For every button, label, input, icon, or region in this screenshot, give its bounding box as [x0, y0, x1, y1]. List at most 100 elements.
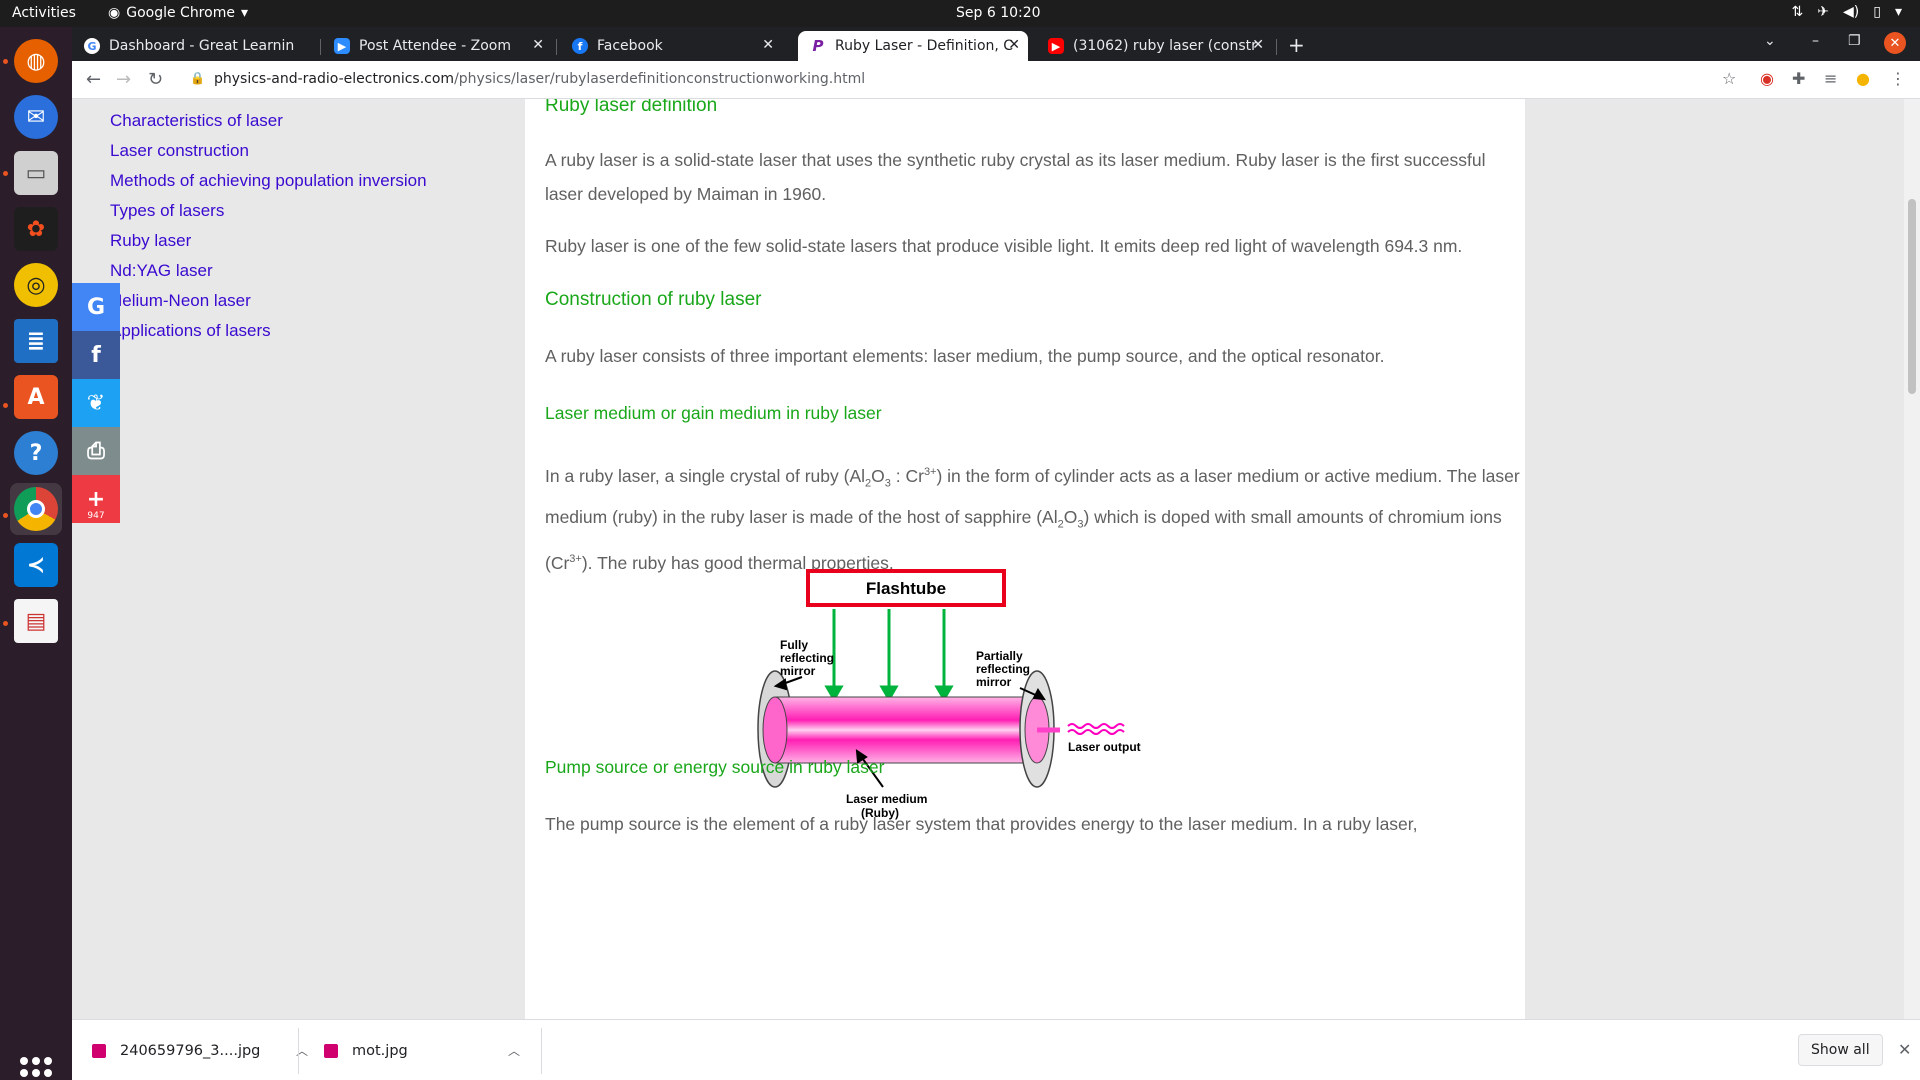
- system-tray[interactable]: ⇅ ✈ ◀) ▯ ▾: [1792, 4, 1902, 20]
- show-applications-icon[interactable]: [20, 1057, 52, 1080]
- profile-avatar[interactable]: ●: [1856, 69, 1870, 88]
- tab-search-icon[interactable]: ⌄: [1764, 33, 1776, 49]
- bookmark-star-icon[interactable]: ☆: [1722, 69, 1736, 88]
- tab-facebook[interactable]: f Facebook ✕: [560, 31, 782, 61]
- tab-label: Facebook: [597, 38, 663, 54]
- paragraph-definition-1: A ruby laser is a solid-state laser that…: [545, 150, 1486, 204]
- menu-kebab-icon[interactable]: ⋮: [1890, 69, 1906, 88]
- download-shelf: 240659796_3....jpg ︿ mot.jpg ︿ Show all …: [72, 1019, 1920, 1080]
- dock-writer[interactable]: ≣: [10, 315, 62, 367]
- firefox-icon: ◍: [14, 39, 58, 83]
- dock-document-viewer[interactable]: ▤: [10, 595, 62, 647]
- tab-label: Post Attendee - Zoom: [359, 38, 511, 54]
- vertical-scrollbar[interactable]: [1904, 99, 1920, 1019]
- dock-help[interactable]: ?: [10, 427, 62, 479]
- document-viewer-icon: ▤: [14, 599, 58, 643]
- dock-vscode[interactable]: ≺: [10, 539, 62, 591]
- dock: ◍ ✉ ▭ ✿ ◎ ≣ A ? ≺ ▤: [0, 27, 72, 1080]
- share-google-button[interactable]: G: [72, 283, 120, 331]
- paragraph-laser-medium: In a ruby laser, a single crystal of rub…: [545, 465, 1520, 573]
- sidebar-link[interactable]: Helium-Neon laser: [110, 291, 251, 311]
- vscode-icon: ≺: [14, 543, 58, 587]
- extension-icon[interactable]: ◉: [1760, 69, 1774, 88]
- image-file-icon: [324, 1043, 338, 1058]
- tab-youtube[interactable]: ▶ (31062) ruby laser (constr ✕: [1036, 31, 1272, 61]
- sidebar-link[interactable]: Types of lasers: [110, 201, 224, 221]
- tab-ruby-laser[interactable]: P Ruby Laser - Definition, C ✕: [798, 31, 1028, 61]
- tab-dashboard[interactable]: G Dashboard - Great Learnin: [72, 31, 312, 61]
- flashtube-label: Flashtube: [866, 579, 946, 598]
- address-bar[interactable]: physics-and-radio-electronics.com/physic…: [214, 71, 865, 87]
- url-domain: physics-and-radio-electronics.com: [214, 71, 455, 87]
- system-top-bar: Activities ◉ Google Chrome ▾ Sep 6 10:20…: [0, 0, 1920, 27]
- tab-separator: [320, 39, 321, 55]
- clock[interactable]: Sep 6 10:20: [956, 5, 1041, 21]
- twitter-icon: ❦: [86, 390, 106, 416]
- paragraph-construction: A ruby laser consists of three important…: [545, 346, 1385, 366]
- close-shelf-button[interactable]: ✕: [1898, 1040, 1911, 1059]
- restore-button[interactable]: ❐: [1848, 33, 1861, 49]
- download-item[interactable]: 240659796_3....jpg ︿: [92, 1020, 322, 1080]
- zoom-icon: ▶: [334, 38, 350, 54]
- lock-icon[interactable]: 🔒: [190, 71, 205, 85]
- extensions-puzzle-icon[interactable]: ✚: [1792, 69, 1805, 88]
- sidebar-link[interactable]: Ruby laser: [110, 231, 191, 251]
- google-icon: G: [86, 294, 106, 320]
- print-button[interactable]: ⎙: [72, 427, 120, 475]
- tab-zoom[interactable]: ▶ Post Attendee - Zoom ✕: [322, 31, 552, 61]
- label-laser-output: Laser output: [1068, 740, 1141, 754]
- paragraph-definition-2: Ruby laser is one of the few solid-state…: [545, 236, 1463, 256]
- app-menu-label: Google Chrome: [126, 5, 235, 21]
- share-facebook-button[interactable]: f: [72, 331, 120, 379]
- label-partial-mirror-2: reflecting: [976, 662, 1030, 676]
- reload-button[interactable]: ↻: [148, 69, 163, 90]
- sidebar-link[interactable]: Applications of lasers: [110, 321, 271, 341]
- close-icon[interactable]: ✕: [1008, 37, 1020, 53]
- google-icon: G: [84, 38, 100, 54]
- label-partial-mirror-3: mirror: [976, 675, 1012, 689]
- airplane-icon: ✈: [1817, 4, 1830, 20]
- download-filename: 240659796_3....jpg: [120, 1042, 261, 1059]
- close-window-button[interactable]: ✕: [1884, 32, 1906, 54]
- dock-chrome[interactable]: [10, 483, 62, 535]
- image-file-icon: [92, 1043, 106, 1058]
- sidebar-link[interactable]: Laser construction: [110, 141, 249, 161]
- dock-thunderbird[interactable]: ✉: [10, 91, 62, 143]
- app-menu[interactable]: ◉ Google Chrome ▾: [108, 5, 248, 21]
- share-twitter-button[interactable]: ❦: [72, 379, 120, 427]
- minimize-button[interactable]: –: [1812, 33, 1819, 49]
- chevron-up-icon[interactable]: ︿: [508, 1042, 520, 1059]
- running-indicator: [3, 171, 8, 176]
- share-more-button[interactable]: +947: [72, 475, 120, 523]
- running-indicator: [3, 621, 8, 626]
- label-full-mirror-2: reflecting: [780, 651, 834, 665]
- scrollbar-thumb[interactable]: [1908, 199, 1916, 394]
- download-item[interactable]: mot.jpg ︿: [324, 1020, 534, 1080]
- web-page: Characteristics of laser Laser construct…: [72, 99, 1904, 1019]
- dock-firefox[interactable]: ◍: [10, 35, 62, 87]
- label-laser-medium-1: Laser medium: [846, 792, 927, 806]
- close-icon[interactable]: ✕: [532, 37, 544, 53]
- site-favicon-icon: P: [812, 37, 824, 55]
- label-full-mirror-1: Fully: [780, 638, 808, 652]
- download-separator: [298, 1028, 299, 1074]
- activities-button[interactable]: Activities: [12, 5, 76, 21]
- close-icon[interactable]: ✕: [762, 37, 774, 53]
- show-all-downloads-button[interactable]: Show all: [1798, 1034, 1883, 1066]
- dock-figma[interactable]: ✿: [10, 203, 62, 255]
- dock-software[interactable]: A: [10, 371, 62, 423]
- dock-rhythmbox[interactable]: ◎: [10, 259, 62, 311]
- ruby-laser-diagram: Flashtube Fully reflecting mirror Partia…: [757, 569, 1141, 820]
- pump-arrows: [824, 609, 954, 702]
- media-queue-icon[interactable]: ≡: [1824, 69, 1837, 88]
- tab-label: Dashboard - Great Learnin: [109, 38, 295, 54]
- sidebar-link[interactable]: Methods of achieving population inversio…: [110, 171, 427, 191]
- back-button[interactable]: ←: [86, 69, 101, 90]
- sidebar-link[interactable]: Nd:YAG laser: [110, 261, 213, 281]
- new-tab-button[interactable]: +: [1288, 33, 1305, 57]
- plus-icon: +: [86, 486, 106, 512]
- sidebar-link[interactable]: Characteristics of laser: [110, 111, 283, 131]
- forward-button[interactable]: →: [116, 69, 131, 90]
- close-icon[interactable]: ✕: [1252, 37, 1264, 53]
- dock-files[interactable]: ▭: [10, 147, 62, 199]
